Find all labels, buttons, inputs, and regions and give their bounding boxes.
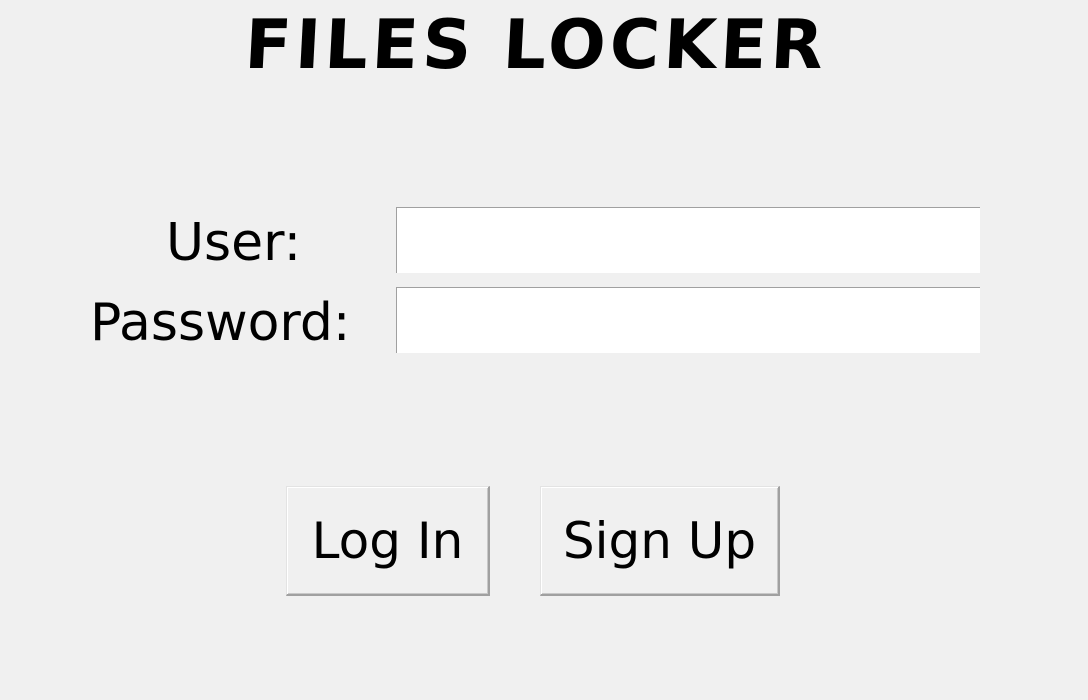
user-label: User: [166,213,302,273]
password-label: Password: [90,293,351,353]
user-input[interactable] [396,207,980,273]
password-input[interactable] [396,287,980,353]
login-window: FILES LOCKER User: Password: Log In Sign… [0,0,1088,700]
log-in-button[interactable]: Log In [286,486,490,596]
sign-up-button[interactable]: Sign Up [540,486,780,596]
app-title: FILES LOCKER [242,6,830,85]
